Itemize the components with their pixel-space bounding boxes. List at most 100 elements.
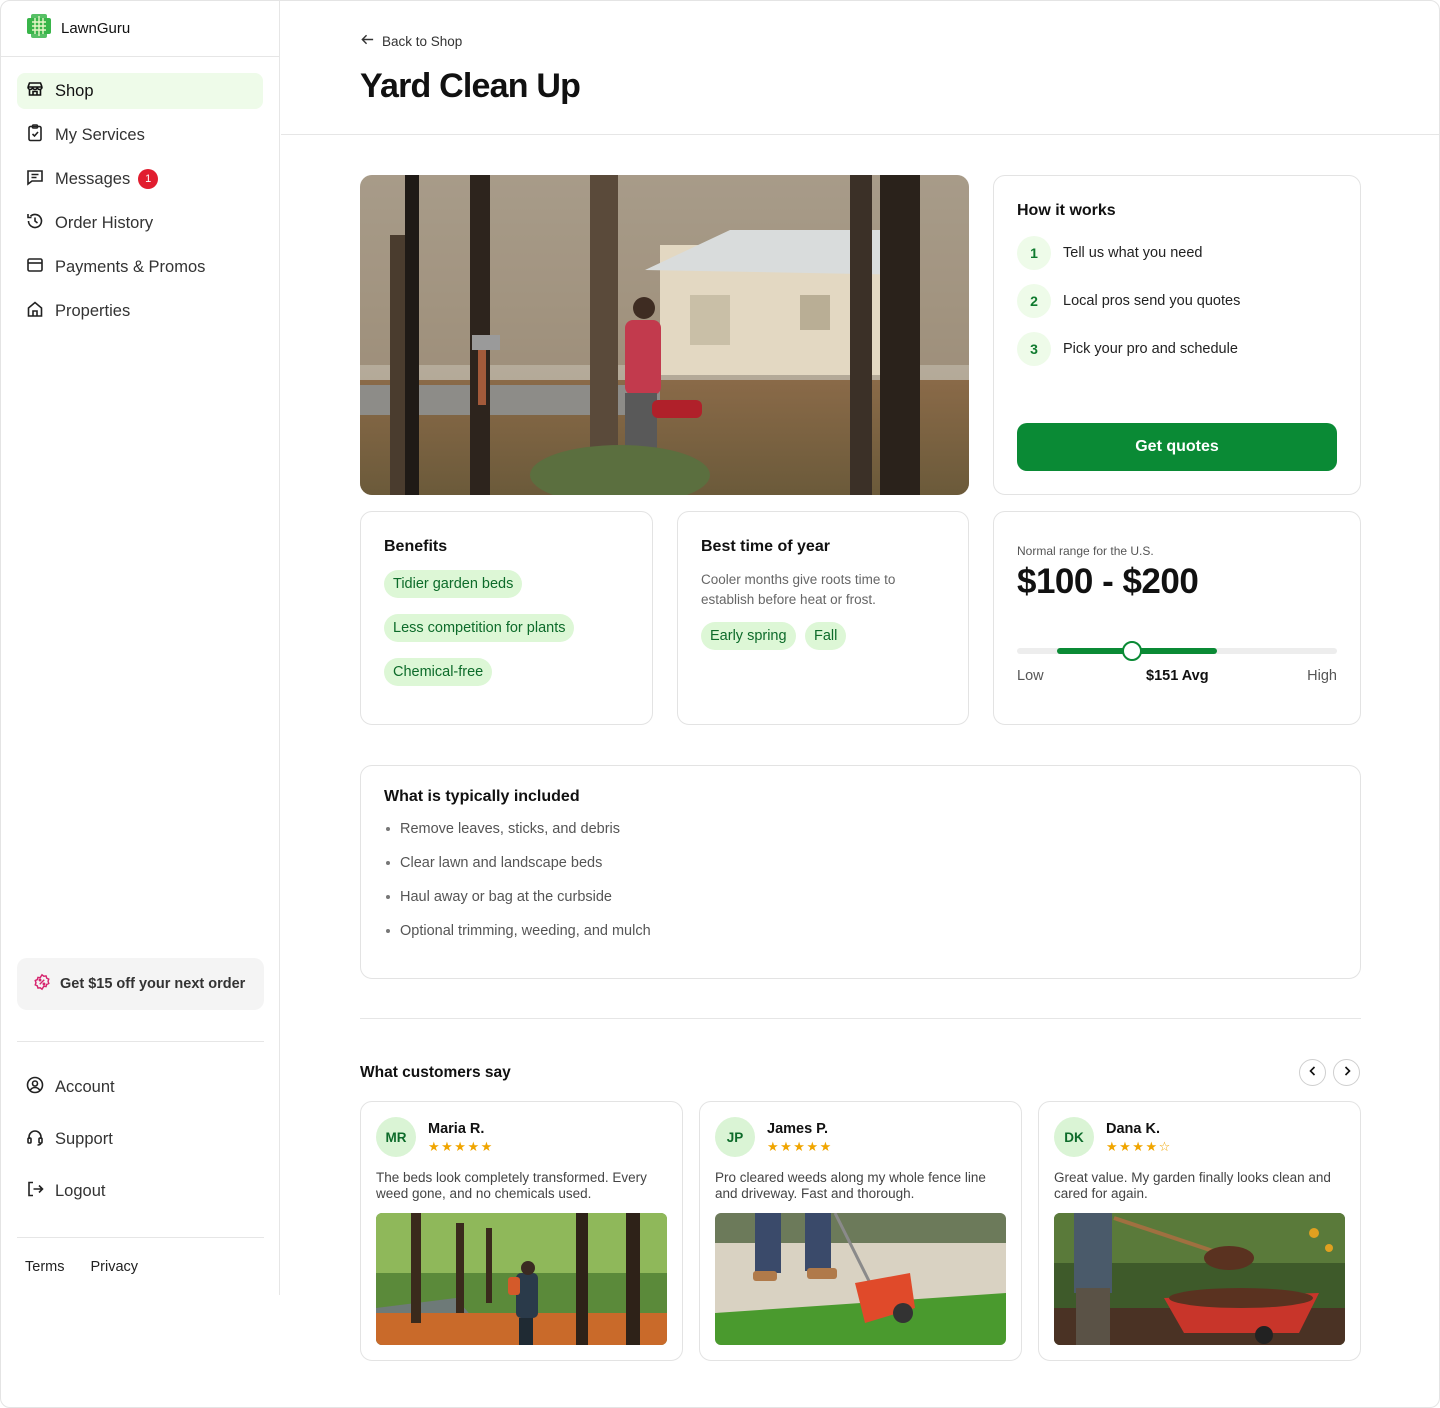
promo-banner[interactable]: Get $15 off your next order — [17, 958, 264, 1010]
discount-badge-icon — [33, 973, 51, 995]
price-range-card: Normal range for the U.S. $100 - $200 Lo… — [993, 511, 1361, 725]
headset-icon — [25, 1127, 45, 1152]
service-hero-image — [360, 175, 969, 495]
best-time-card: Best time of year Cooler months give roo… — [677, 511, 969, 725]
sidebar-item-account[interactable]: Account — [17, 1069, 264, 1105]
chevron-left-icon — [1307, 1064, 1319, 1082]
step-number: 2 — [1017, 284, 1051, 318]
page-header: Back to Shop Yard Clean Up — [281, 1, 1439, 135]
step-item: 2 Local pros send you quotes — [1017, 284, 1240, 318]
app-window: LawnGuru Shop My Services Messages 1 Ord… — [0, 0, 1440, 1408]
benefit-chip: Chemical-free — [384, 658, 493, 686]
reviews-next-button[interactable] — [1333, 1059, 1360, 1086]
avatar: MR — [376, 1117, 416, 1157]
reviews-title: What customers say — [360, 1064, 511, 1081]
storefront-icon — [25, 79, 45, 104]
review-text: The beds look completely transformed. Ev… — [376, 1170, 647, 1201]
low-label: Low — [1017, 668, 1044, 684]
reviews-prev-button[interactable] — [1299, 1059, 1326, 1086]
brand-name: LawnGuru — [61, 20, 131, 37]
review-photo — [715, 1213, 1006, 1345]
price-range-value: $100 - $200 — [1017, 562, 1199, 601]
included-list: Remove leaves, sticks, and debris Clear … — [386, 812, 651, 948]
list-item: Optional trimming, weeding, and mulch — [386, 914, 651, 948]
step-text: Pick your pro and schedule — [1063, 341, 1238, 357]
benefits-title: Benefits — [384, 538, 448, 555]
chevron-right-icon — [1341, 1064, 1353, 1082]
main-nav: Shop My Services Messages 1 Order Histor… — [1, 57, 279, 329]
terms-link[interactable]: Terms — [25, 1259, 64, 1275]
review-card: DK Dana K. ★★★★☆ Great value. My garden … — [1038, 1101, 1361, 1361]
home-icon — [25, 299, 45, 324]
price-caption: Normal range for the U.S. — [1017, 544, 1154, 558]
sidebar-item-label: Logout — [55, 1181, 106, 1200]
sidebar-item-shop[interactable]: Shop — [17, 73, 263, 109]
step-text: Tell us what you need — [1063, 245, 1203, 261]
steps-list: 1 Tell us what you need 2 Local pros sen… — [1017, 236, 1240, 380]
legal-links: Terms Privacy — [25, 1259, 138, 1275]
divider — [17, 1237, 264, 1238]
how-it-works-title: How it works — [1017, 202, 1116, 219]
logout-icon — [25, 1179, 45, 1204]
review-photo — [1054, 1213, 1345, 1345]
average-price-label: $151 Avg — [1146, 668, 1209, 684]
sidebar-item-properties[interactable]: Properties — [17, 293, 263, 329]
brand[interactable]: LawnGuru — [1, 1, 279, 57]
step-text: Local pros send you quotes — [1063, 293, 1241, 309]
clipboard-check-icon — [25, 123, 45, 148]
unread-count-badge: 1 — [138, 169, 159, 189]
main-content: Back to Shop Yard Clean Up How it works … — [281, 1, 1439, 1361]
sidebar-item-my-services[interactable]: My Services — [17, 117, 263, 153]
reviewer-name: Maria R. — [428, 1121, 485, 1137]
sidebar-item-label: Messages — [55, 169, 131, 188]
list-item: Remove leaves, sticks, and debris — [386, 812, 651, 846]
sidebar-item-support[interactable]: Support — [17, 1121, 264, 1157]
season-chips: Early spring Fall — [701, 622, 847, 666]
star-rating: ★★★★☆ — [1106, 1139, 1172, 1154]
step-number: 1 — [1017, 236, 1051, 270]
step-item: 1 Tell us what you need — [1017, 236, 1240, 270]
review-photo — [376, 1213, 667, 1345]
sidebar-item-label: Properties — [55, 301, 131, 320]
sidebar-item-label: My Services — [55, 125, 145, 144]
arrow-left-icon — [360, 32, 375, 50]
reviewer-name: Dana K. — [1106, 1121, 1160, 1137]
lawnguru-logo-icon — [25, 12, 53, 45]
benefits-card: Benefits Tidier garden beds Less competi… — [360, 511, 653, 725]
wallet-icon — [25, 255, 45, 280]
how-it-works-card: How it works 1 Tell us what you need 2 L… — [993, 175, 1361, 495]
list-item: Clear lawn and landscape beds — [386, 846, 651, 880]
avatar: DK — [1054, 1117, 1094, 1157]
privacy-link[interactable]: Privacy — [90, 1259, 138, 1275]
sidebar-item-messages[interactable]: Messages 1 — [17, 161, 263, 197]
best-time-description: Cooler months give roots time to establi… — [701, 572, 896, 607]
review-card: MR Maria R. ★★★★★ The beds look complete… — [360, 1101, 683, 1361]
divider — [17, 1041, 264, 1042]
back-label: Back to Shop — [382, 33, 463, 49]
section-divider — [360, 1018, 1361, 1019]
user-circle-icon — [25, 1075, 45, 1100]
get-quotes-button[interactable]: Get quotes — [1017, 423, 1337, 471]
sidebar-item-logout[interactable]: Logout — [17, 1173, 264, 1209]
sidebar-item-order-history[interactable]: Order History — [17, 205, 263, 241]
sidebar-item-label: Payments & Promos — [55, 257, 206, 276]
benefit-chips: Tidier garden beds Less competition for … — [384, 570, 634, 702]
avatar: JP — [715, 1117, 755, 1157]
benefit-chip: Less competition for plants — [384, 614, 575, 642]
included-card: What is typically included Remove leaves… — [360, 765, 1361, 979]
sidebar-item-label: Support — [55, 1129, 113, 1148]
promo-text: Get $15 off your next order — [60, 976, 246, 992]
price-range-track — [1017, 641, 1337, 661]
sidebar: LawnGuru Shop My Services Messages 1 Ord… — [1, 1, 280, 1295]
page-title: Yard Clean Up — [360, 67, 581, 105]
step-number: 3 — [1017, 332, 1051, 366]
review-text: Great value. My garden finally looks cle… — [1054, 1170, 1331, 1201]
history-icon — [25, 211, 45, 236]
step-item: 3 Pick your pro and schedule — [1017, 332, 1240, 366]
review-text: Pro cleared weeds along my whole fence l… — [715, 1170, 986, 1201]
back-to-shop-link[interactable]: Back to Shop — [360, 32, 462, 50]
star-rating: ★★★★★ — [428, 1139, 494, 1154]
sidebar-item-payments-promos[interactable]: Payments & Promos — [17, 249, 263, 285]
high-label: High — [1307, 668, 1337, 684]
message-square-icon — [25, 167, 45, 192]
